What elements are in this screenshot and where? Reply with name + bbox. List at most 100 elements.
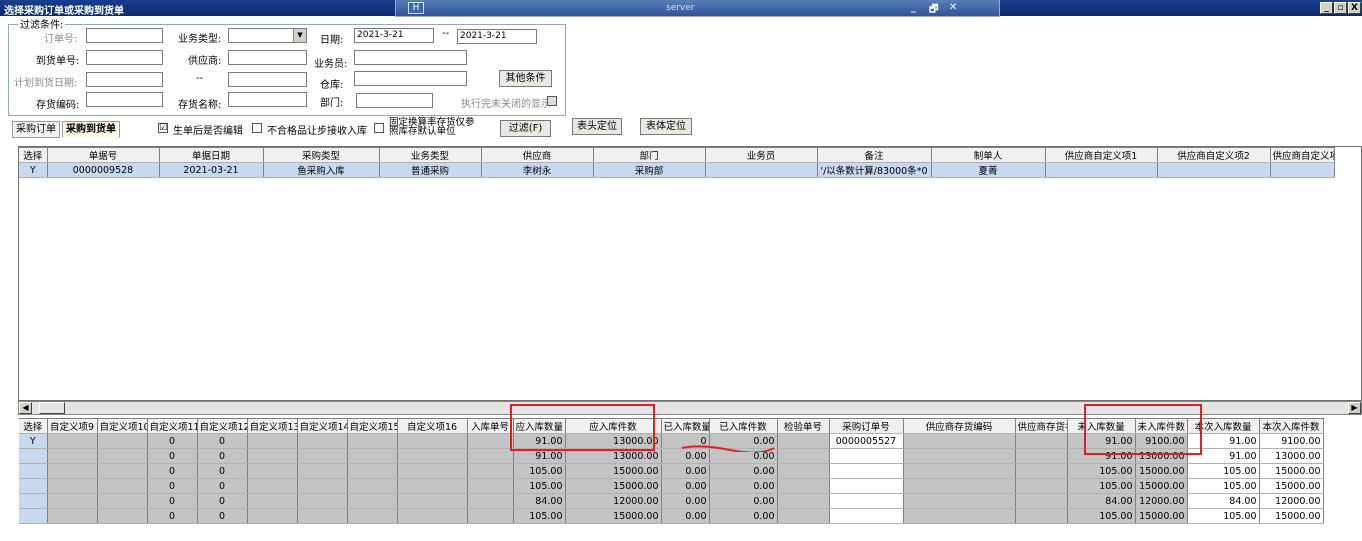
column-header[interactable]: 单据日期 (159, 147, 264, 163)
table-cell[interactable]: 0.00 (709, 463, 778, 479)
table-cell[interactable] (903, 463, 1016, 479)
column-header[interactable]: 制单人 (931, 147, 1046, 163)
close-button[interactable]: X (1348, 2, 1361, 14)
table-cell[interactable]: 0000009528 (47, 162, 160, 178)
table-cell[interactable] (97, 493, 148, 509)
table-cell[interactable]: 0 (147, 478, 198, 494)
table-cell[interactable] (297, 508, 348, 524)
table-cell[interactable]: 84.00 (1187, 493, 1260, 509)
table-cell[interactable] (777, 463, 830, 479)
column-header[interactable]: 备注 (817, 147, 932, 163)
dept-input[interactable] (356, 93, 433, 108)
filter-button[interactable]: 过滤(F) (500, 120, 551, 137)
table-cell[interactable]: 15000.00 (565, 463, 662, 479)
table-cell[interactable]: 0.00 (709, 478, 778, 494)
column-header[interactable]: 自定义项11 (147, 418, 198, 434)
biz-type-select[interactable]: ▼ (228, 28, 307, 43)
column-header[interactable]: 供应商自定义项2 (1157, 147, 1271, 163)
table-cell[interactable]: 105.00 (513, 463, 566, 479)
table-cell[interactable] (1015, 508, 1068, 524)
table-cell[interactable] (247, 493, 298, 509)
table-cell[interactable]: '/以条数计算/83000条*0 (817, 162, 932, 178)
table-cell[interactable]: Y (19, 162, 48, 178)
column-header[interactable]: 采购订单号 (829, 418, 904, 434)
table-cell[interactable] (47, 478, 98, 494)
date-from-input[interactable]: 2021-3-21 (354, 28, 434, 43)
table-cell[interactable] (1045, 162, 1158, 178)
table-cell[interactable]: 15000.00 (1135, 508, 1188, 524)
column-header[interactable]: 业务员 (705, 147, 818, 163)
table-cell[interactable]: 0 (197, 433, 248, 449)
table-cell[interactable] (347, 478, 398, 494)
table-cell[interactable] (97, 433, 148, 449)
inv-code-input[interactable] (86, 92, 163, 107)
table-cell[interactable] (247, 463, 298, 479)
table-cell[interactable] (1015, 493, 1068, 509)
table-cell[interactable] (1015, 448, 1068, 464)
table-cell[interactable] (47, 463, 98, 479)
column-header[interactable]: 自定义项10 (97, 418, 148, 434)
table-row[interactable]: 0 0 105.00 15000.00 0.00 0.00 105.00 15000.00 10… (19, 478, 1324, 494)
fixed-unit-checkbox[interactable] (374, 123, 384, 133)
table-cell[interactable]: 105.00 (1067, 463, 1136, 479)
plan-date-to-input[interactable] (228, 72, 307, 87)
column-header[interactable]: 自定义项16 (397, 418, 468, 434)
table-cell[interactable]: 105.00 (1067, 508, 1136, 524)
column-header[interactable]: 供应商自定义项3 (1270, 147, 1335, 163)
table-cell[interactable]: 0.00 (661, 463, 710, 479)
table-cell[interactable] (247, 433, 298, 449)
table-cell[interactable] (47, 493, 98, 509)
order-no-input[interactable] (86, 28, 163, 43)
table-cell[interactable] (1015, 478, 1068, 494)
head-locate-button[interactable]: 表头定位 (572, 118, 622, 135)
table-cell[interactable] (47, 448, 98, 464)
table-cell[interactable] (297, 463, 348, 479)
column-header[interactable]: 选择 (19, 418, 48, 434)
rdp-restore-button[interactable]: 🗗 (929, 2, 938, 19)
column-header[interactable]: 供应商存货名 (1015, 418, 1068, 434)
table-cell[interactable] (903, 508, 1016, 524)
table-cell[interactable]: 夏菁 (931, 162, 1046, 178)
column-header[interactable]: 部门 (593, 147, 706, 163)
table-cell[interactable]: 0 (147, 493, 198, 509)
table-cell[interactable] (467, 433, 514, 449)
table-cell[interactable]: 15000.00 (1135, 463, 1188, 479)
body-locate-button[interactable]: 表体定位 (640, 118, 692, 135)
table-cell[interactable]: 15000.00 (1259, 508, 1324, 524)
table-cell[interactable]: 普通采购 (379, 162, 482, 178)
table-cell[interactable]: 12000.00 (565, 493, 662, 509)
scroll-thumb[interactable] (39, 402, 65, 414)
table-cell[interactable] (829, 478, 904, 494)
table-cell[interactable]: 9100.00 (1259, 433, 1324, 449)
table-cell[interactable] (347, 433, 398, 449)
table-cell[interactable] (19, 463, 48, 479)
table-cell[interactable] (829, 448, 904, 464)
column-header[interactable]: 已入库数量 (661, 418, 710, 434)
table-cell[interactable] (297, 493, 348, 509)
table-cell[interactable]: 105.00 (513, 508, 566, 524)
table-cell[interactable]: 采购部 (593, 162, 706, 178)
table-cell[interactable] (397, 433, 468, 449)
table-cell[interactable]: 12000.00 (1135, 493, 1188, 509)
date-to-input[interactable]: 2021-3-21 (457, 29, 537, 44)
scroll-right-icon[interactable]: ▶ (1348, 402, 1361, 414)
table-cell[interactable] (19, 448, 48, 464)
table-cell[interactable] (397, 493, 468, 509)
table-cell[interactable]: 105.00 (1187, 478, 1260, 494)
column-header[interactable]: 选择 (19, 147, 48, 163)
table-cell[interactable]: 0 (197, 493, 248, 509)
table-cell[interactable] (1157, 162, 1271, 178)
table-cell[interactable]: 105.00 (1187, 508, 1260, 524)
table-cell[interactable]: 0 (197, 508, 248, 524)
table-cell[interactable] (397, 448, 468, 464)
table-cell[interactable] (1015, 463, 1068, 479)
table-cell[interactable] (97, 508, 148, 524)
table-cell[interactable] (467, 493, 514, 509)
table-cell[interactable] (777, 478, 830, 494)
table-cell[interactable]: 李树永 (481, 162, 594, 178)
closed-display-checkbox[interactable] (547, 96, 557, 106)
table-cell[interactable]: 0 (147, 508, 198, 524)
table-row[interactable]: 0 0 105.00 15000.00 0.00 0.00 105.00 15000.00 10… (19, 508, 1324, 524)
table-cell[interactable] (467, 478, 514, 494)
table-cell[interactable]: 12000.00 (1259, 493, 1324, 509)
